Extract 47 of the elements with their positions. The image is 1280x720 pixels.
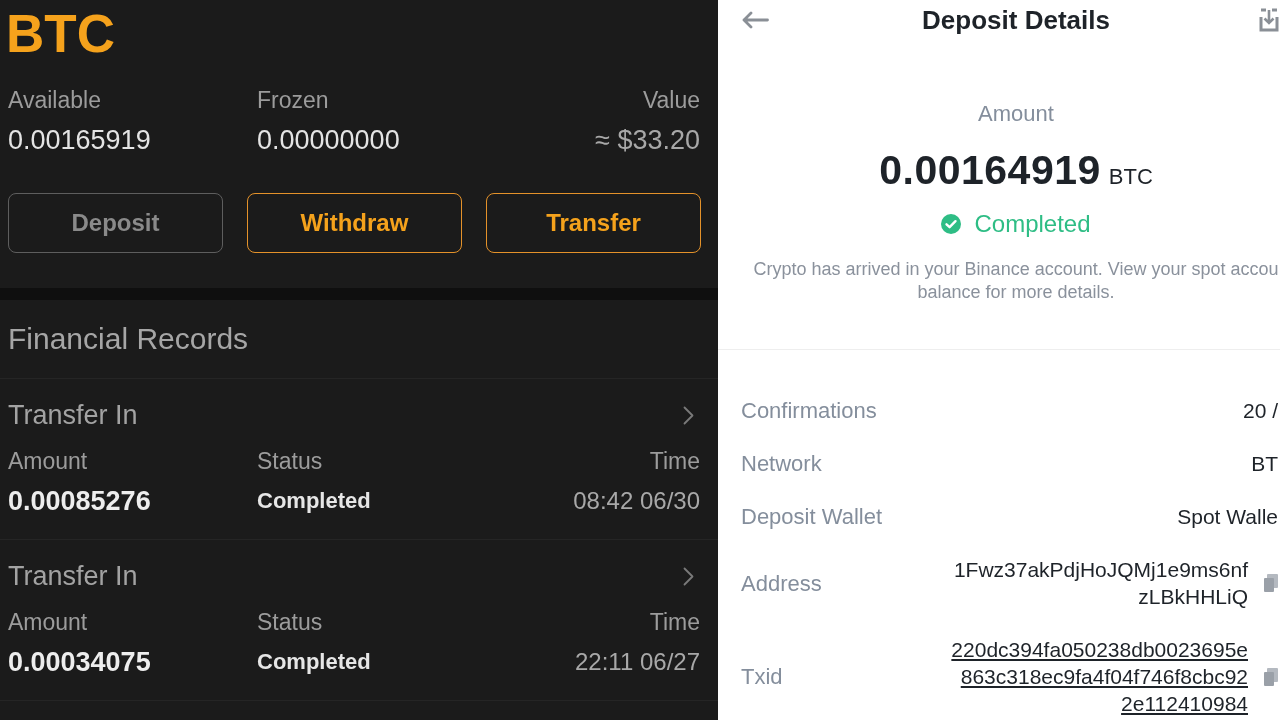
record-label: Amount bbox=[8, 447, 89, 475]
section-title: Financial Records bbox=[8, 322, 249, 356]
detail-value: Spot Walle bbox=[1176, 504, 1278, 530]
description-text: Crypto has arrived in your Binance account. View your spot accou balance for more details. bbox=[753, 258, 1279, 304]
balance-value: 0.00165919 bbox=[8, 124, 152, 156]
record-label: Status bbox=[257, 608, 324, 636]
amount-value: 0.00164919 bbox=[879, 146, 1101, 195]
detail-label: Deposit Wallet bbox=[741, 503, 882, 530]
amount-label: Amount bbox=[978, 100, 1054, 128]
check-circle-icon bbox=[941, 214, 962, 234]
record-value: Completed bbox=[257, 648, 372, 676]
balance-label: Value bbox=[641, 86, 700, 114]
record-value: Completed bbox=[257, 487, 372, 515]
balance-value: 0.00000000 bbox=[257, 124, 401, 156]
record-label: Time bbox=[648, 608, 700, 636]
txid-link[interactable]: 220dc394fa050238db0023695e 863c318ec9fa4f04f746f8cbc92 2e112410984 bbox=[782, 636, 1248, 717]
detail-value: BT bbox=[1250, 451, 1278, 477]
detail-label: Network bbox=[741, 450, 822, 477]
detail-value: 1Fwz37akPdjHoJQMj1e9ms6nf zLBkHHLiQ bbox=[952, 557, 1248, 610]
balance-value: ≈ $33.20 bbox=[595, 124, 700, 156]
detail-value: 20 / bbox=[1241, 398, 1278, 424]
record-label: Amount bbox=[8, 608, 89, 636]
action-button[interactable]: Withdraw bbox=[247, 193, 462, 253]
record-type: Transfer In bbox=[8, 400, 138, 430]
back-arrow-icon[interactable] bbox=[741, 11, 769, 29]
record-value: 0.00034075 bbox=[8, 646, 152, 678]
action-button[interactable]: Transfer bbox=[486, 193, 701, 253]
record-label: Time bbox=[648, 447, 700, 475]
record-label: Status bbox=[257, 447, 324, 475]
balance-label: Available bbox=[8, 86, 102, 114]
coin-title: BTC bbox=[5, 3, 116, 65]
record-value: 22:11 06/27 bbox=[575, 647, 700, 677]
download-icon[interactable] bbox=[1259, 8, 1279, 32]
balance-label: Frozen bbox=[257, 86, 330, 114]
detail-label: Confirmations bbox=[741, 397, 877, 424]
detail-label: Txid bbox=[741, 663, 783, 690]
chevron-right-icon[interactable] bbox=[683, 405, 694, 425]
record-value: 08:42 06/30 bbox=[573, 486, 700, 516]
page-title: Deposit Details bbox=[922, 4, 1110, 36]
copy-icon[interactable] bbox=[1264, 667, 1278, 686]
amount-unit: BTC bbox=[1108, 163, 1153, 191]
chevron-right-icon[interactable] bbox=[683, 566, 694, 586]
copy-icon[interactable] bbox=[1264, 574, 1278, 592]
record-type: Transfer In bbox=[8, 561, 138, 591]
record-value: 0.00085276 bbox=[8, 485, 152, 517]
detail-label: Address bbox=[741, 569, 822, 597]
status-text: Completed bbox=[974, 210, 1091, 238]
